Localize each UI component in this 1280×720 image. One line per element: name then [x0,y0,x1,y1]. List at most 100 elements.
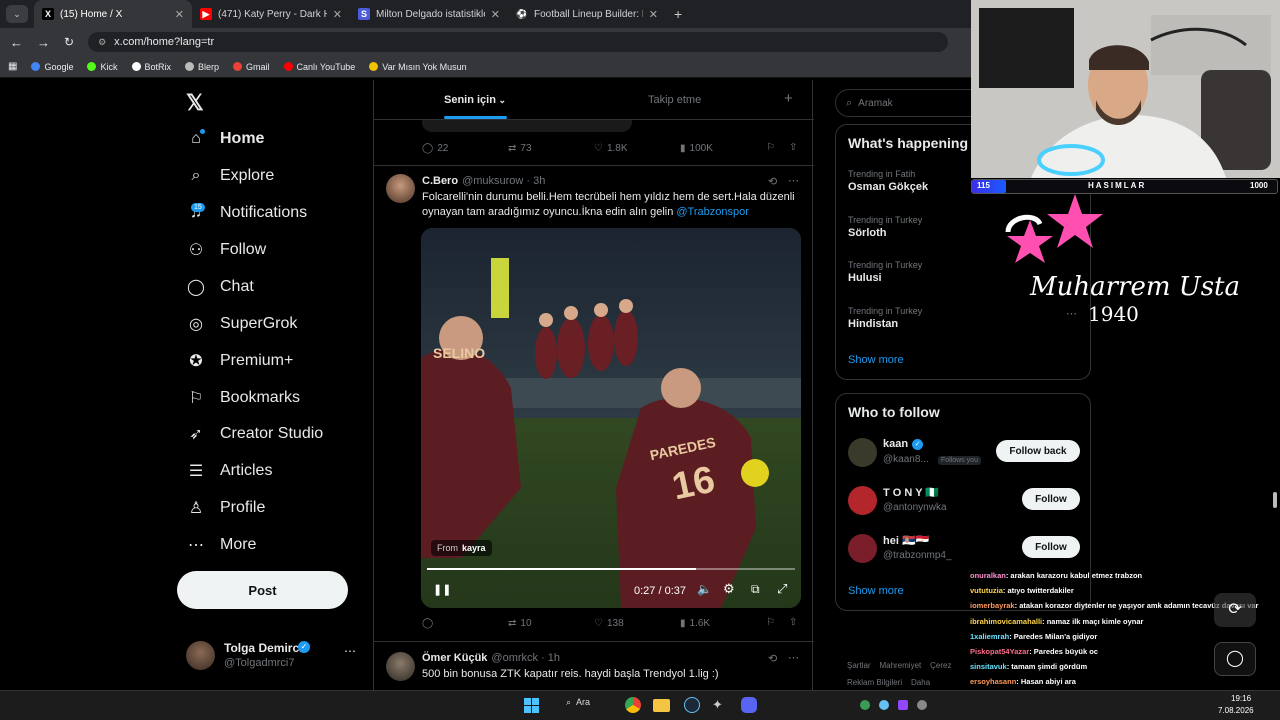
chat-username[interactable]: Piskopat54Yazar [970,647,1029,656]
tab-following[interactable]: Takip etme [648,94,701,106]
footer-more[interactable]: Daha [911,678,930,687]
prev-reply-button[interactable]: ◯ 22 [422,143,448,154]
bookmark-item[interactable]: Kick [87,62,118,72]
clock-date[interactable]: 7.08.2026 [1218,706,1254,715]
bookmark-button[interactable]: ⚐ [766,617,775,628]
footer-ads[interactable]: Reklam Bilgileri [847,678,902,687]
tweet-author-name[interactable]: C.Bero [422,175,458,187]
grok-icon[interactable]: ⟲ [768,652,777,665]
folder-icon[interactable] [653,699,670,712]
browser-tab-2[interactable]: S Milton Delgado istatistikleri ve ✕ [350,0,508,28]
overlay-chat-button[interactable]: ◯ [1214,642,1256,676]
tray-icon[interactable] [898,700,908,710]
new-column-icon[interactable]: + [784,90,793,107]
browser-tab-0[interactable]: X (15) Home / X ✕ [34,0,192,28]
trend-item[interactable]: Trending in Turkey Sörloth [848,215,922,239]
suggestion-name[interactable]: T O N Y 🇳🇬 [883,486,939,499]
nav-item-premium-[interactable]: ✪ Premium+ [186,351,293,371]
tweet-author-handle[interactable]: @muksurow · 3h [462,175,545,187]
new-tab-button[interactable]: + [674,6,682,22]
share-button[interactable]: ⇧ [789,617,797,628]
settings-icon[interactable]: ⚙ [723,581,735,597]
post-button[interactable]: Post [177,571,348,609]
nav-item-articles[interactable]: ☰ Articles [186,461,273,481]
bookmark-item[interactable]: Var Mısın Yok Musun [369,62,467,72]
tweet2-avatar[interactable] [386,652,415,681]
tweet2-more-icon[interactable]: ⋯ [788,651,799,664]
tweet-mention[interactable]: @Trabzonspor [676,206,749,218]
tweet-more-icon[interactable]: ⋯ [788,174,799,187]
bookmark-item[interactable]: Google [31,62,73,72]
page-scrollbar[interactable] [1273,492,1277,508]
suggestion-avatar[interactable] [848,534,877,563]
tab-search-button[interactable]: ⌄ [6,5,28,23]
follow-button[interactable]: Follow back [996,440,1080,462]
chat-username[interactable]: 1xaliemrah [970,632,1009,641]
taskbar-search[interactable]: ⌕ Ara [566,697,590,708]
trend-item[interactable]: Trending in Turkey Hulusi [848,260,922,284]
tab-for-you[interactable]: Senin için ⌄ [444,94,506,106]
like-button[interactable]: ♡ 138 [594,618,624,629]
grok-icon[interactable]: ⟲ [768,175,777,188]
fullscreen-icon[interactable]: ⤢ [777,581,787,597]
discord-icon[interactable] [741,697,757,713]
follow-button[interactable]: Follow [1022,536,1080,558]
bookmark-item[interactable]: Blerp [185,62,219,72]
overlay-rotate-button[interactable]: ⟳ [1214,593,1256,627]
back-icon[interactable]: ← [10,35,23,50]
suggestion-name[interactable]: hei 🇷🇸🇪🇬 [883,534,929,547]
views-button[interactable]: ▮ 1.6K [680,618,710,629]
reply-button[interactable]: ◯ [422,618,437,629]
tray-icon[interactable] [860,700,870,710]
tweet2-author-handle[interactable]: @omrkck · 1h [491,652,560,664]
chat-username[interactable]: ersoyhasann [970,677,1016,686]
prev-like-button[interactable]: ♡ 1.8K [594,143,628,154]
start-button[interactable] [524,698,539,713]
footer-privacy[interactable]: Mahremiyet [879,661,921,670]
nav-item-more[interactable]: ⋯ More [186,535,256,555]
steam-icon[interactable] [684,697,700,713]
video-progress-track[interactable] [427,568,795,570]
nav-item-explore[interactable]: ⌕ Explore [186,167,275,185]
tweet2-author-name[interactable]: Ömer Küçük [422,652,487,664]
chat-username[interactable]: ibrahimovicamahalli [970,617,1042,626]
suggestion-avatar[interactable] [848,486,877,515]
footer-terms[interactable]: Şartlar [847,661,871,670]
url-field[interactable]: ⚙ x.com/home?lang=tr [88,32,949,52]
apps-icon[interactable]: ▦ [8,61,17,72]
suggestion-avatar[interactable] [848,438,877,467]
follow-suggestion[interactable]: T O N Y 🇳🇬 @antonynwka Follow [848,482,1080,522]
follow-suggestion[interactable]: hei 🇷🇸🇪🇬 @trabzonmp4_ Follow [848,530,1080,570]
bookmark-item[interactable]: BotRix [131,62,171,72]
tab-close-icon[interactable]: ✕ [175,8,184,21]
tray-icon[interactable] [917,700,927,710]
tweet-video[interactable]: SELINO PAREDES 16 From kayra ❚❚ 0:27 / 0… [421,228,801,608]
trend-more-icon[interactable]: ⋯ [1066,307,1077,320]
chat-username[interactable]: sinsitavuk [970,662,1007,671]
follow-suggestion[interactable]: kaan ✓ @kaan8... Follows you Follow back [848,434,1080,474]
prev-bookmark-button[interactable]: ⚐ [766,142,775,153]
bookmark-item[interactable]: Canlı YouTube [283,62,355,72]
prev-share-button[interactable]: ⇧ [789,142,797,153]
x-logo-icon[interactable]: 𝕏 [186,90,204,116]
who-show-more[interactable]: Show more [848,585,904,597]
tab-close-icon[interactable]: ✕ [649,8,658,21]
nav-item-creator-studio[interactable]: ➶ Creator Studio [186,424,323,444]
app-icon[interactable]: ✦ [712,697,723,713]
footer-cookies[interactable]: Çerez [930,661,951,670]
nav-item-home[interactable]: ⌂ Home [186,130,264,148]
nav-item-bookmarks[interactable]: ⚐ Bookmarks [186,388,300,408]
account-more-icon[interactable]: ⋯ [344,644,356,658]
chat-username[interactable]: onuralkan [970,571,1006,580]
tweet-avatar[interactable] [386,174,415,203]
tab-close-icon[interactable]: ✕ [333,8,342,21]
prev-views-button[interactable]: ▮ 100K [680,143,713,154]
trend-item[interactable]: Trending in Fatih Osman Gökçek [848,169,928,193]
tab-close-icon[interactable]: ✕ [491,8,500,21]
trend-item[interactable]: Trending in Turkey Hindistan [848,306,922,330]
nav-item-chat[interactable]: ◯ Chat [186,277,254,297]
repost-button[interactable]: ⇄ 10 [508,618,532,629]
account-switcher[interactable]: Tolga Demirci ✓ @Tolgadmrci7 ⋯ [186,640,358,672]
chrome-icon[interactable] [625,697,641,713]
site-info-icon[interactable]: ⚙ [98,37,106,48]
